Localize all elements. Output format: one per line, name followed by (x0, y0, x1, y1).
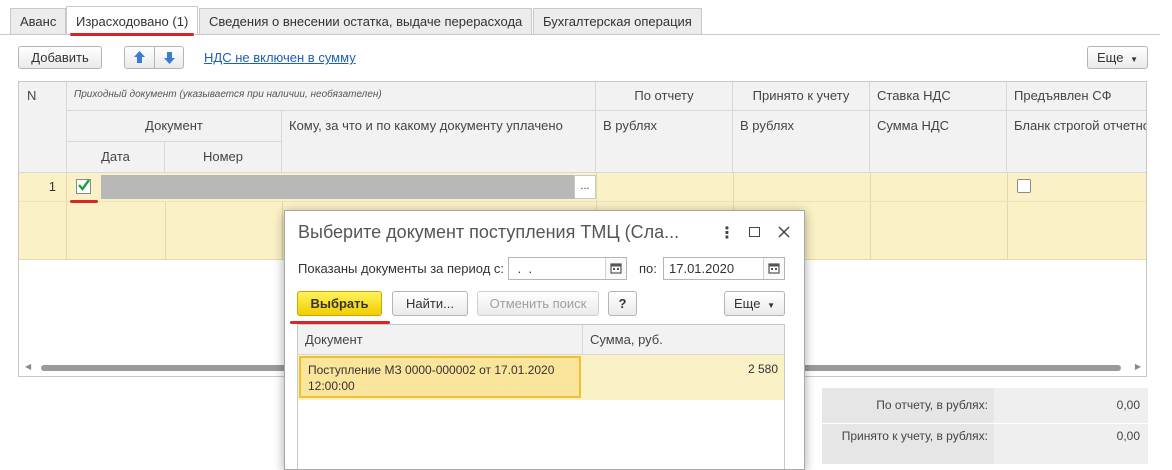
checkmark-icon (78, 179, 90, 191)
scroll-right-icon[interactable]: ▶ (1135, 362, 1141, 371)
col-header-number[interactable]: Номер (165, 142, 282, 173)
date-to-value: 17.01.2020 (669, 261, 735, 276)
more-label: Еще (1097, 50, 1124, 65)
tab-label: Аванс (20, 14, 57, 29)
add-button[interactable]: Добавить (18, 46, 102, 69)
move-up-button[interactable] (125, 47, 155, 68)
totals-accepted-value: 0,00 (1116, 429, 1140, 443)
col-header-n[interactable]: N (19, 82, 67, 173)
calendar-icon[interactable] (605, 258, 626, 279)
totals-accepted-label: Принято к учету, в рублях: (841, 429, 988, 443)
select-dots-button[interactable]: ... (574, 175, 596, 199)
chevron-down-icon: ▼ (767, 301, 775, 310)
divider (282, 201, 283, 259)
divider (870, 173, 871, 259)
header-label: Сумма, руб. (590, 332, 663, 347)
header-label: В рублях (740, 118, 794, 133)
more-button[interactable]: Еще ▼ (1087, 46, 1148, 69)
tab-advance[interactable]: Аванс (10, 8, 67, 34)
col-header-vat-rate[interactable]: Ставка НДС (870, 82, 1007, 111)
col-header-amount[interactable]: Сумма, руб. (583, 325, 784, 355)
header-label: Документ (145, 118, 203, 133)
totals-panel: По отчету, в рублях: 0,00 Принято к учет… (822, 388, 1148, 464)
list-item[interactable]: Поступление МЗ 0000-000002 от 17.01.2020… (298, 355, 784, 400)
col-header-incoming-doc: Приходный документ (указывается при нали… (67, 82, 596, 111)
row-number: 1 (19, 173, 67, 259)
dialog-menu-icon[interactable]: ⋮ (719, 223, 735, 243)
totals-by-report-label: По отчету, в рублях: (876, 398, 988, 412)
col-header-by-report-rub[interactable]: В рублях (596, 111, 733, 173)
tab-label: Израсходовано (1) (76, 14, 189, 29)
vat-not-included-link[interactable]: НДС не включен в сумму (204, 50, 356, 65)
header-label: В рублях (603, 118, 657, 133)
document-line: 12:00:00 (308, 379, 355, 393)
header-label: Сумма НДС (877, 118, 950, 133)
document-line: Поступление МЗ 0000-000002 от 17.01.2020 (308, 363, 555, 377)
move-buttons (124, 46, 184, 69)
header-label: Предъявлен СФ (1014, 88, 1112, 103)
cancel-search-button[interactable]: Отменить поиск (477, 291, 599, 316)
tab-label: Бухгалтерская операция (543, 14, 692, 29)
incoming-document-field[interactable] (101, 175, 574, 199)
date-from-value: . . (514, 261, 533, 276)
header-label: N (27, 88, 37, 103)
col-header-vat-sum[interactable]: Сумма НДС (870, 111, 1007, 173)
annotation-underline-checkbox (70, 200, 98, 203)
close-icon[interactable] (778, 226, 790, 238)
chevron-down-icon: ▼ (1130, 55, 1138, 64)
arrow-down-icon (164, 52, 175, 64)
maximize-icon[interactable] (749, 227, 760, 237)
tab-spent[interactable]: Израсходовано (1) (66, 6, 199, 35)
col-header-date[interactable]: Дата (67, 142, 165, 173)
annotation-underline-tab (70, 33, 194, 36)
invoice-checkbox[interactable] (1017, 179, 1031, 193)
scroll-left-icon[interactable]: ◀ (25, 362, 31, 371)
select-document-dialog: Выберите документ поступления ТМЦ (Сла..… (284, 210, 805, 470)
more-label: Еще (734, 296, 761, 311)
header-label: Документ (305, 332, 363, 347)
tab-label: Сведения о внесении остатка, выдаче пере… (209, 14, 523, 29)
row-checkbox[interactable] (76, 179, 91, 194)
document-cell[interactable]: Поступление МЗ 0000-000002 от 17.01.2020… (299, 356, 581, 398)
select-button[interactable]: Выбрать (297, 291, 382, 316)
header-label: Бланк строгой отчетно (1014, 118, 1147, 133)
header-label: Принято к учету (752, 88, 850, 103)
date-from-field[interactable]: . . (508, 257, 627, 280)
col-header-strict-form[interactable]: Бланк строгой отчетно (1007, 111, 1147, 173)
dialog-more-button[interactable]: Еще ▼ (724, 291, 785, 316)
col-header-invoice[interactable]: Предъявлен СФ (1007, 82, 1146, 111)
tab-accounting-operation[interactable]: Бухгалтерская операция (533, 8, 702, 34)
divider (165, 201, 166, 259)
help-button[interactable]: ? (608, 291, 637, 316)
col-header-paid-to[interactable]: Кому, за что и по какому документу уплач… (282, 111, 596, 173)
calendar-icon[interactable] (763, 258, 784, 279)
divider (1007, 173, 1008, 259)
col-header-accepted-rub[interactable]: В рублях (733, 111, 870, 173)
header-label: Ставка НДС (877, 88, 951, 103)
totals-row: Принято к учету, в рублях: 0,00 (822, 424, 1148, 464)
arrow-up-icon (134, 51, 145, 63)
col-header-by-report[interactable]: По отчету (596, 82, 733, 111)
date-to-field[interactable]: 17.01.2020 (663, 257, 785, 280)
documents-list: Документ Сумма, руб. Поступление МЗ 0000… (297, 324, 785, 469)
dialog-title: Выберите документ поступления ТМЦ (Сла..… (298, 222, 680, 242)
find-button[interactable]: Найти... (392, 291, 468, 316)
totals-row: По отчету, в рублях: 0,00 (822, 388, 1148, 424)
col-header-document[interactable]: Документ (298, 325, 583, 355)
col-header-document[interactable]: Документ (67, 111, 282, 142)
to-label: по: (639, 261, 657, 276)
header-label: Приходный документ (указывается при нали… (74, 89, 382, 100)
header-label: Кому, за что и по какому документу уплач… (289, 118, 563, 133)
tab-remainder-info[interactable]: Сведения о внесении остатка, выдаче пере… (199, 8, 533, 34)
amount-cell: 2 580 (747, 362, 778, 376)
period-label: Показаны документы за период с: (298, 261, 505, 276)
header-label: Номер (202, 149, 243, 164)
col-header-accepted[interactable]: Принято к учету (733, 82, 870, 111)
totals-by-report-value: 0,00 (1116, 398, 1140, 412)
move-down-button[interactable] (155, 47, 184, 68)
header-label: По отчету (634, 88, 694, 103)
divider (19, 201, 1146, 202)
header-label: Дата (101, 149, 130, 164)
